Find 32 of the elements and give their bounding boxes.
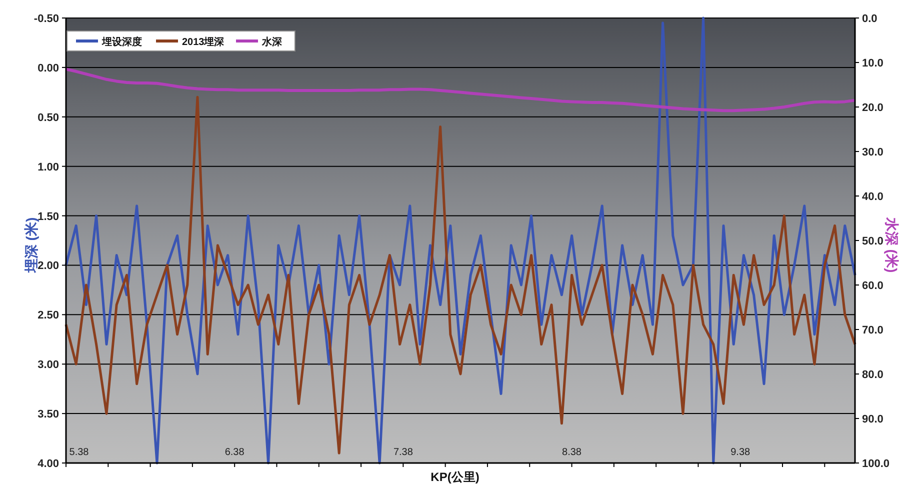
y-tick-label: 2.50 [38, 310, 59, 322]
x-tick-label: 7.38 [393, 447, 413, 458]
legend-label: 埋设深度 [102, 37, 142, 48]
y-tick-label: 90.0 [862, 414, 884, 426]
y-tick-label: 60.0 [862, 280, 884, 292]
x-tick-label: 5.38 [69, 447, 89, 458]
y-tick-label: 0.0 [862, 13, 878, 25]
x-axis-title: KP(公里) [430, 470, 480, 484]
y-tick-label: 3.50 [38, 408, 59, 421]
y-axis-title: 埋深 (米) [23, 217, 39, 273]
x-tick-label: 8.38 [562, 447, 582, 458]
y-tick-label: -0.50 [34, 13, 59, 25]
secondary-y-axis-title: 水深 (米) [884, 217, 900, 273]
y-tick-label: 70.0 [862, 324, 884, 336]
y-tick-label: 2.00 [38, 260, 59, 272]
y-tick-label: 100.0 [862, 458, 890, 470]
y-tick-label: 4.00 [38, 458, 59, 470]
y-tick-label: 50.0 [862, 236, 884, 248]
y-tick-label: 10.0 [862, 58, 884, 70]
x-tick-label: 9.38 [730, 447, 750, 458]
y-tick-label: 20.0 [862, 102, 884, 114]
legend-label: 水深 [262, 37, 282, 48]
x-tick-label: 6.38 [224, 447, 244, 458]
y-tick-label: 40.0 [862, 191, 884, 203]
y-tick-label: 30.0 [862, 146, 884, 158]
y-tick-label: 1.00 [38, 161, 59, 174]
y-tick-label: 0.00 [38, 62, 59, 74]
y-tick-label: 3.00 [38, 359, 59, 372]
y-tick-label: 0.50 [38, 112, 59, 124]
y-tick-label: 1.50 [38, 210, 59, 223]
y-tick-label: 80.0 [862, 369, 884, 381]
legend-label: 2013埋深 [182, 37, 224, 48]
